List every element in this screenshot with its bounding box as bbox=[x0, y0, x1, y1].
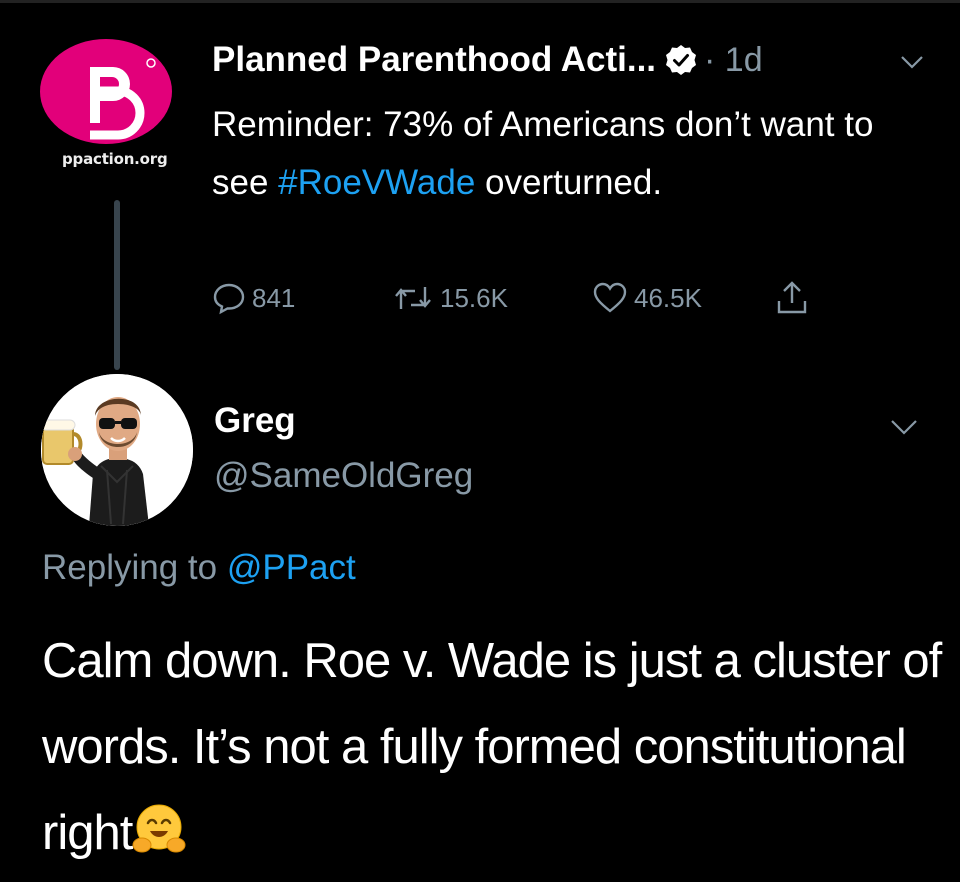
reply-author-name[interactable]: Greg bbox=[214, 401, 296, 441]
avatar-caption: ppaction.org bbox=[62, 150, 168, 168]
greg-avatar[interactable] bbox=[41, 374, 193, 526]
retweet-icon bbox=[395, 287, 431, 309]
verified-badge-icon bbox=[664, 43, 698, 77]
reply-button[interactable]: 841 bbox=[212, 278, 295, 318]
chevron-down-icon[interactable] bbox=[888, 416, 920, 438]
pp-avatar[interactable] bbox=[40, 39, 172, 144]
tweet-text-end: overturned. bbox=[475, 163, 663, 202]
retweet-button[interactable]: 15.6K bbox=[392, 278, 508, 318]
parent-tweet-actions: 841 15.6K 46.5K bbox=[212, 278, 852, 318]
thread-connector bbox=[114, 200, 120, 370]
pp-logo bbox=[40, 39, 172, 144]
share-icon bbox=[777, 281, 807, 314]
reply-count: 841 bbox=[252, 282, 296, 313]
parent-tweet-text: Reminder: 73% of Americans don’t want to… bbox=[212, 96, 912, 212]
reply-icon bbox=[213, 283, 245, 315]
hugging-face-emoji-icon bbox=[132, 796, 186, 853]
hashtag-link[interactable]: #RoeVWade bbox=[278, 163, 475, 202]
parent-tweet-header: Planned Parenthood Acti... · 1d bbox=[212, 38, 932, 82]
replying-mention-link[interactable]: @PPact bbox=[227, 548, 356, 587]
replying-prefix: Replying to bbox=[42, 548, 227, 587]
chevron-down-icon[interactable] bbox=[898, 52, 926, 72]
top-divider bbox=[0, 0, 960, 3]
parent-author-name[interactable]: Planned Parenthood Acti... bbox=[212, 40, 656, 80]
like-icon bbox=[593, 282, 627, 313]
like-button[interactable]: 46.5K bbox=[592, 278, 702, 318]
reply-tweet-text: Calm down. Roe v. Wade is just a cluster… bbox=[42, 618, 942, 876]
tweet-time[interactable]: · 1d bbox=[704, 41, 763, 80]
reply-author-handle[interactable]: @SameOldGreg bbox=[214, 456, 473, 496]
retweet-count: 15.6K bbox=[440, 282, 508, 313]
like-count: 46.5K bbox=[634, 282, 702, 313]
replying-to: Replying to @PPact bbox=[42, 548, 356, 588]
bitmoji-avatar bbox=[41, 374, 193, 526]
share-button[interactable] bbox=[774, 278, 816, 318]
